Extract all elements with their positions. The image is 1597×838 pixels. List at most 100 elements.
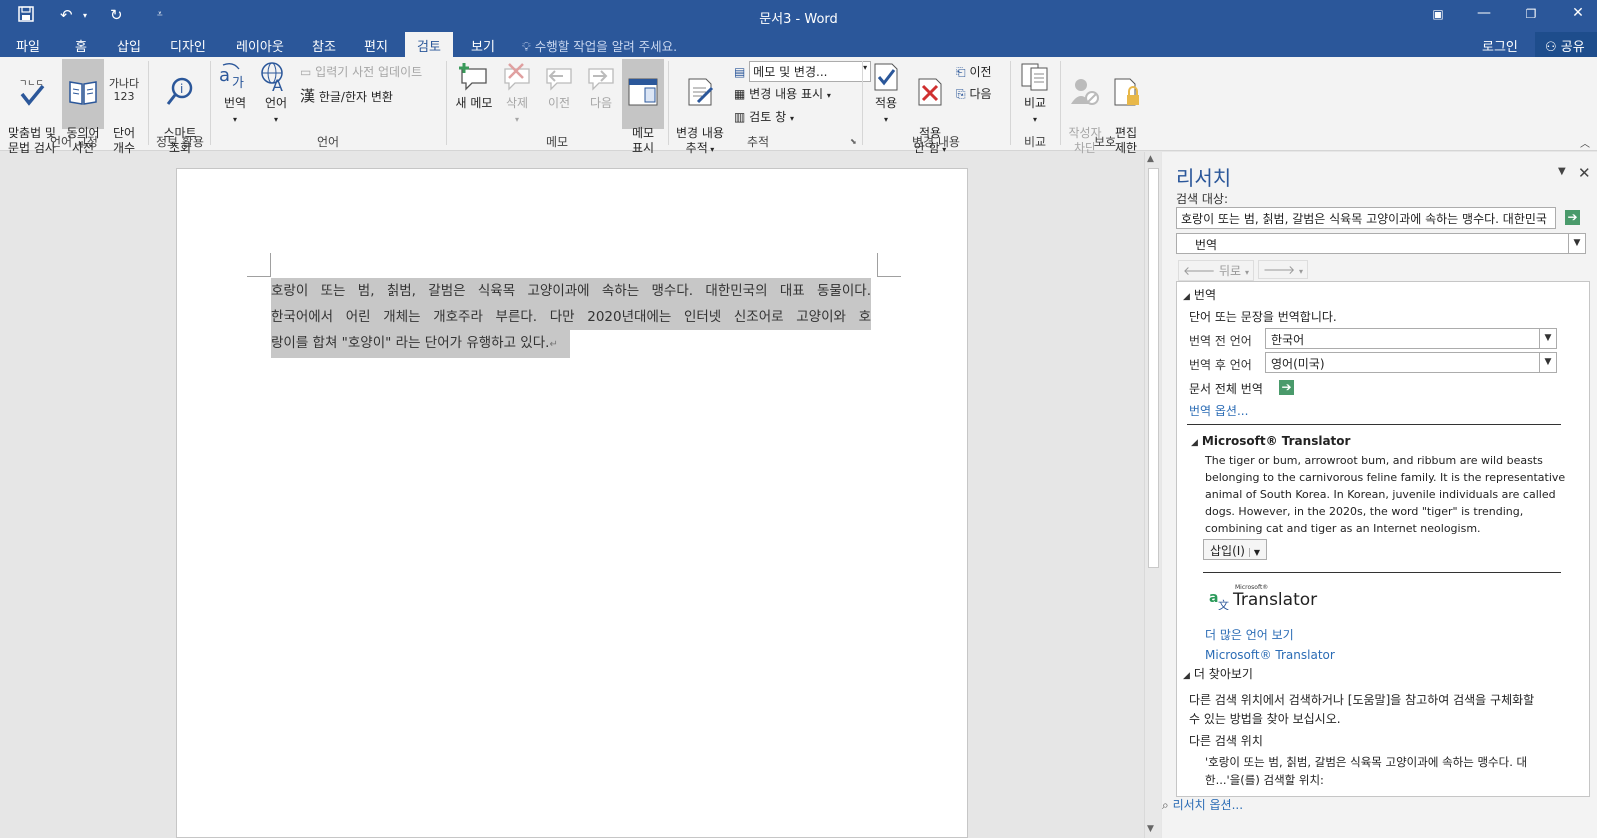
tab-file[interactable]: 파일 <box>16 36 40 55</box>
new-comment-button[interactable]: 새 메모 <box>452 61 496 111</box>
translate-document-go-icon[interactable]: ➔ <box>1279 380 1294 395</box>
group-label-tracking: 추적 <box>746 135 770 149</box>
translation-section-header[interactable]: ◢ 번역 <box>1183 286 1216 303</box>
lightbulb-icon: 💡︎ <box>522 39 531 54</box>
tell-me-box[interactable]: 💡︎ 수행할 작업을 알려 주세요. <box>522 36 677 55</box>
to-language-label: 번역 후 언어 <box>1189 358 1252 372</box>
svg-text:文: 文 <box>1218 598 1229 610</box>
document-page[interactable]: 호랑이 또는 범, 칡범, 갈범은 식육목 고양이과에 속하는 맹수다. 대한민… <box>176 168 968 838</box>
restrict-editing-icon <box>1114 78 1139 106</box>
ribbon-display-options-icon[interactable]: ▣ <box>1428 7 1448 21</box>
translation-description: 단어 또는 문장을 번역합니다. <box>1189 310 1337 324</box>
language-label: 언어 <box>264 96 288 110</box>
person-icon: ⚇ <box>1545 40 1557 55</box>
delete-comment-icon <box>504 63 530 91</box>
insert-button[interactable]: 삽입(I) ▼ <box>1203 539 1267 560</box>
from-language-select[interactable]: 한국어 ▼ <box>1265 328 1557 349</box>
smart-lookup-icon: i <box>166 77 193 105</box>
tab-mailings[interactable]: 편지 <box>364 36 388 55</box>
show-comments-button[interactable]: 메모 표시 <box>622 59 664 155</box>
pane-options-icon[interactable]: ▼ <box>1558 166 1566 177</box>
document-scrollbar[interactable]: ▲ ▼ <box>1144 152 1161 838</box>
previous-change-label: 이전 <box>969 65 992 79</box>
delete-label: 삭제 <box>505 96 529 110</box>
tab-view[interactable]: 보기 <box>471 36 495 55</box>
chevron-down-icon: ▾ <box>789 114 794 123</box>
tab-review[interactable]: 검토 <box>405 32 453 57</box>
translate-icon: a가 <box>219 63 244 91</box>
insert-label: 삽입(I) <box>1210 544 1245 558</box>
word-count-icon: 가나다 123 <box>108 77 140 103</box>
group-label-insights: 정보 활용 <box>156 135 204 149</box>
document-body[interactable]: 호랑이 또는 범, 칡범, 갈범은 식육목 고양이과에 속하는 맹수다. 대한민… <box>271 278 871 358</box>
collapse-triangle-icon: ◢ <box>1183 292 1190 302</box>
next-comment-button[interactable]: 다음 <box>582 61 620 111</box>
tracking-dialog-launcher-icon[interactable]: ⬊ <box>850 137 857 146</box>
previous-change-button[interactable]: ⎗ 이전 <box>956 63 992 80</box>
ime-dictionary-update-button[interactable]: ▭ 입력기 사전 업데이트 <box>300 63 422 80</box>
close-icon[interactable]: ✕ <box>1568 5 1588 21</box>
tab-design[interactable]: 디자인 <box>170 36 206 55</box>
margin-corner-mark <box>877 253 878 277</box>
ms-translator-link[interactable]: Microsoft® Translator <box>1205 648 1335 662</box>
collapse-ribbon-icon[interactable]: ︿ <box>1580 135 1590 150</box>
next-label: 다음 <box>589 96 613 110</box>
find-more-section-header[interactable]: ◢ 더 찾아보기 <box>1183 665 1253 682</box>
scroll-up-icon[interactable]: ▲ <box>1147 154 1154 164</box>
spelling-check-icon: ㄱㄴㄷ <box>19 79 45 106</box>
share-label: 공유 <box>1560 40 1585 55</box>
tab-home[interactable]: 홈 <box>75 36 87 55</box>
scrollbar-thumb[interactable] <box>1148 168 1159 568</box>
minimize-icon[interactable]: — <box>1474 5 1494 21</box>
more-languages-link[interactable]: 더 많은 언어 보기 <box>1205 626 1294 643</box>
group-label-protect: 보호 <box>1093 135 1117 149</box>
markup-select[interactable]: 메모 및 변경... ▾ <box>749 61 872 82</box>
search-for-text: '호랑이 또는 범, 칡범, 갈범은 식육목 고양이과에 속하는 맹수다. 대 <box>1205 755 1528 769</box>
pane-close-icon[interactable]: ✕ <box>1578 164 1591 182</box>
document-line: 호랑이 또는 범, 칡범, 갈범은 식육목 고양이과에 속하는 맹수다. 대한민… <box>271 278 871 304</box>
ms-translator-section-header[interactable]: ◢ Microsoft® Translator <box>1191 434 1350 448</box>
markup-dropdown[interactable]: ▤ 메모 및 변경... ▾ <box>734 61 872 82</box>
next-change-button[interactable]: ⎘ 다음 <box>956 85 992 102</box>
start-search-icon[interactable]: ➔ <box>1565 210 1580 225</box>
restore-icon[interactable]: ❐ <box>1521 7 1541 21</box>
reviewing-pane-label: 검토 창 <box>749 110 787 124</box>
research-options-link[interactable]: ⌕ 리서치 옵션... <box>1162 796 1243 813</box>
delete-comment-button[interactable]: 삭제 ▾ <box>498 61 536 127</box>
translate-document-label: 문서 전체 번역 <box>1189 382 1263 396</box>
translation-options-link[interactable]: 번역 옵션... <box>1189 402 1248 419</box>
tab-layout[interactable]: 레이아웃 <box>236 36 284 55</box>
tab-insert[interactable]: 삽입 <box>117 36 141 55</box>
next-change-label: 다음 <box>969 87 992 101</box>
research-service-select[interactable]: 번역 ▼ <box>1176 233 1586 254</box>
previous-label: 이전 <box>547 96 571 110</box>
research-results: ◢ 번역 단어 또는 문장을 번역합니다. 번역 전 언어 한국어 ▼ 번역 후 언… <box>1176 281 1590 797</box>
new-comment-icon <box>459 63 487 91</box>
back-button[interactable]: 🡐 뒤로 ▾ <box>1178 260 1254 281</box>
to-language-select[interactable]: 영어(미국) ▼ <box>1265 352 1557 373</box>
previous-comment-button[interactable]: 이전 <box>540 61 578 111</box>
find-more-text: 다른 검색 위치에서 검색하거나 [도움말]을 참고하여 검색을 구체화할 <box>1189 693 1535 707</box>
show-markup-button[interactable]: ▦ 변경 내용 표시 ▾ <box>734 85 831 102</box>
translate-button[interactable]: a가 번역 ▾ <box>216 61 254 127</box>
compare-button[interactable]: 비교 ▾ <box>1016 61 1054 127</box>
compare-dropdown-icon: ▾ <box>1032 115 1037 124</box>
language-button[interactable]: A 언어 ▾ <box>257 61 295 127</box>
compare-label: 비교 <box>1023 96 1047 110</box>
scroll-down-icon[interactable]: ▼ <box>1147 824 1154 834</box>
accept-button[interactable]: 적용 ▾ <box>868 61 904 127</box>
collapse-triangle-icon: ◢ <box>1183 671 1190 681</box>
reviewing-pane-button[interactable]: ▥ 검토 창 ▾ <box>734 108 794 125</box>
search-input[interactable]: 호랑이 또는 범, 칡범, 갈범은 식육목 고양이과에 속하는 맹수다. 대한민… <box>1176 207 1556 229</box>
login-link[interactable]: 로그인 <box>1482 36 1518 55</box>
back-arrow-icon: 🡐 <box>1183 264 1216 278</box>
share-button[interactable]: ⚇ 공유 <box>1535 32 1597 57</box>
tab-references[interactable]: 참조 <box>312 36 336 55</box>
find-more-header-text: 더 찾아보기 <box>1193 667 1253 681</box>
svg-text:a: a <box>219 65 230 86</box>
chevron-down-icon[interactable]: ▼ <box>1568 234 1585 253</box>
previous-change-icon: ⎗ <box>956 65 966 79</box>
thesaurus-button[interactable]: 동의어 사전 <box>62 59 104 155</box>
forward-button[interactable]: 🡒 ▾ <box>1258 260 1309 279</box>
hangul-hanja-button[interactable]: 漢 한글/한자 변환 <box>300 85 393 106</box>
